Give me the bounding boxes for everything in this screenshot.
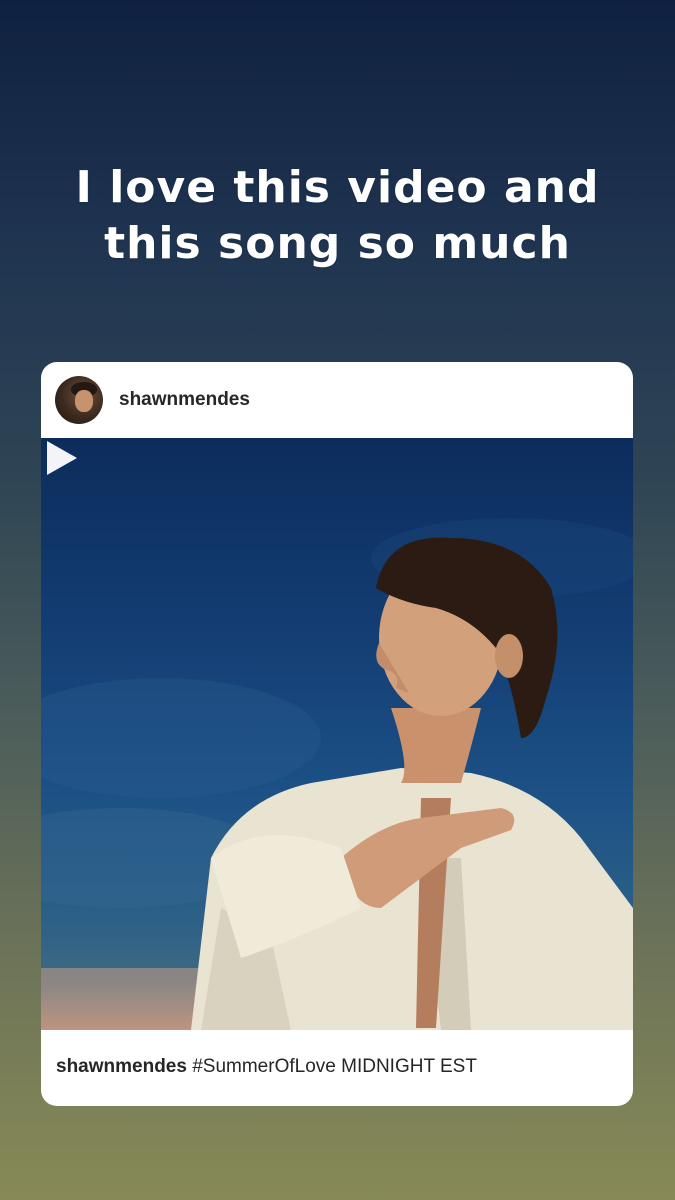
caption-username[interactable]: shawnmendes	[56, 1056, 187, 1077]
avatar-face	[75, 390, 93, 412]
story-canvas: I love this video and this song so much …	[0, 0, 675, 1200]
story-text[interactable]: I love this video and this song so much	[0, 160, 675, 272]
post-caption: shawnmendes #SummerOfLove MIDNIGHT EST	[56, 1056, 621, 1078]
shared-post-card[interactable]: shawnmendes shawnmendes #SummerOfLove MI…	[41, 362, 633, 1106]
story-text-line-2: this song so much	[104, 218, 571, 269]
video-frame	[41, 518, 633, 1030]
play-icon[interactable]	[41, 438, 81, 478]
caption-text: #SummerOfLove MIDNIGHT EST	[192, 1056, 477, 1077]
avatar[interactable]	[55, 376, 103, 424]
post-header[interactable]: shawnmendes	[41, 362, 633, 438]
post-video[interactable]	[41, 438, 633, 1030]
post-username[interactable]: shawnmendes	[119, 389, 250, 411]
story-text-line-1: I love this video and	[75, 162, 600, 213]
